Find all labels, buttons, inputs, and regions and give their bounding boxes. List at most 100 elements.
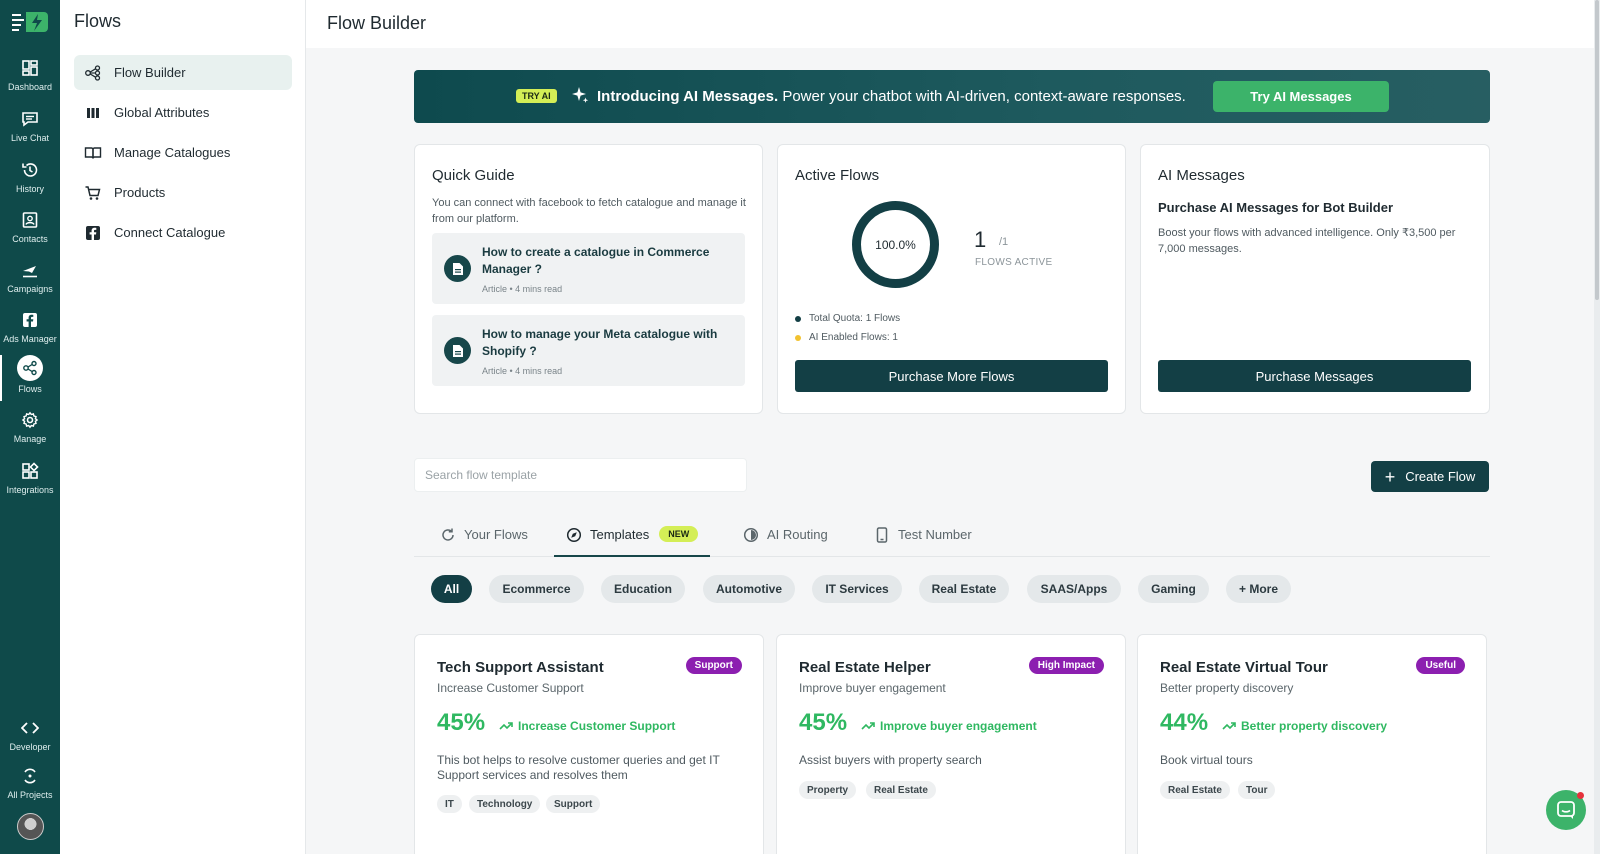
page-scrollbar[interactable] (1594, 0, 1600, 854)
subnav-item-flow-builder[interactable]: Flow Builder (74, 55, 292, 90)
search-template-input[interactable] (414, 458, 747, 492)
template-tag: Tour (1238, 781, 1276, 799)
banner-headline: Introducing AI Messages. (597, 88, 779, 105)
flows-icon (23, 360, 37, 376)
rail-item-history[interactable]: History (0, 157, 60, 203)
legend-dot (795, 334, 801, 341)
flows-active-caption: FLOWS ACTIVE (975, 257, 1053, 268)
rail-item-live-chat[interactable]: Live Chat (0, 106, 60, 152)
template-description: Assist buyers with property search (799, 753, 982, 767)
legend-label: AI Enabled Flows: 1 (809, 332, 898, 343)
history-icon (22, 163, 38, 177)
rail-item-campaigns[interactable]: Campaigns (0, 257, 60, 303)
tab-templates[interactable]: Templates NEW (554, 526, 711, 557)
facebook-icon (23, 313, 37, 327)
integrations-icon (22, 462, 39, 479)
sparkle-icon (572, 87, 589, 103)
subnav-label: Manage Catalogues (114, 145, 231, 160)
article-card[interactable]: How to manage your Meta catalogue with S… (432, 315, 745, 386)
template-card-virtual-tour[interactable]: Real Estate Virtual Tour Useful Better p… (1137, 634, 1487, 854)
tab-test-number[interactable]: Test Number (874, 527, 972, 557)
rail-item-flows[interactable]: Flows (0, 355, 60, 401)
rail-label: Campaigns (7, 284, 53, 294)
rail-item-integrations[interactable]: Integrations (0, 458, 60, 504)
filter-chip-ecommerce[interactable]: Ecommerce (489, 575, 584, 603)
ai-messages-card: AI Messages Purchase AI Messages for Bot… (1140, 144, 1490, 414)
document-icon (444, 255, 471, 282)
template-description: Book virtual tours (1160, 753, 1253, 767)
rail-label: History (15, 184, 44, 194)
quick-guide-card: Quick Guide You can connect with faceboo… (414, 144, 763, 414)
rail-item-all-projects[interactable]: All Projects (0, 763, 60, 809)
app-logo-icon[interactable] (12, 10, 48, 34)
routing-icon (743, 527, 759, 543)
template-percent: 45% (799, 709, 848, 736)
filter-chip-education[interactable]: Education (601, 575, 685, 603)
template-card-real-estate-helper[interactable]: Real Estate Helper High Impact Improve b… (776, 634, 1126, 854)
campaigns-icon (23, 266, 37, 278)
tab-your-flows[interactable]: Your Flows (440, 527, 528, 557)
filter-chip-all[interactable]: All (431, 575, 472, 603)
scrollbar-thumb[interactable] (1595, 0, 1599, 300)
article-card[interactable]: How to create a catalogue in Commerce Ma… (432, 233, 745, 304)
columns-icon (84, 104, 102, 122)
rail-item-contacts[interactable]: Contacts (0, 207, 60, 253)
facebook-icon (84, 224, 102, 242)
active-flows-title: Active Flows (795, 167, 880, 184)
trend-label: Better property discovery (1241, 719, 1388, 733)
purchase-messages-button[interactable]: Purchase Messages (1158, 360, 1471, 392)
tab-ai-routing[interactable]: AI Routing (743, 527, 828, 557)
subnav-item-global-attributes[interactable]: Global Attributes (74, 95, 292, 130)
donut-percent-label: 100.0% (875, 237, 916, 252)
chat-icon (22, 112, 38, 127)
phone-icon (876, 527, 888, 543)
notification-dot (1577, 792, 1584, 799)
filter-chip-automotive[interactable]: Automotive (703, 575, 795, 603)
try-ai-messages-button[interactable]: Try AI Messages (1213, 81, 1389, 112)
new-badge: NEW (659, 526, 699, 542)
quick-guide-title: Quick Guide (432, 167, 515, 184)
tab-label: Your Flows (464, 527, 528, 542)
banner-text: Introducing AI Messages. Power your chat… (597, 88, 1186, 105)
filter-chip-gaming[interactable]: Gaming (1138, 575, 1209, 603)
template-tag: Real Estate (1160, 781, 1230, 799)
subnav-item-connect-catalogue[interactable]: Connect Catalogue (74, 215, 292, 250)
subnav-label: Flow Builder (114, 65, 186, 80)
create-flow-label: Create Flow (1405, 469, 1476, 484)
template-trend: Better property discovery (1222, 719, 1387, 733)
flow-tabs: Your Flows Templates NEW AI Routing Test… (414, 520, 1490, 557)
dashboard-icon (22, 60, 38, 76)
article-meta: Article • 4 mins read (482, 366, 563, 376)
rail-item-manage[interactable]: Manage (0, 407, 60, 453)
code-icon (21, 722, 39, 734)
filter-chip-more[interactable]: + More (1226, 575, 1291, 603)
trend-up-icon (861, 722, 875, 730)
subnav-item-manage-catalogues[interactable]: Manage Catalogues (74, 135, 292, 170)
template-card-tech-support[interactable]: Tech Support Assistant Support Increase … (414, 634, 764, 854)
rail-item-ads-manager[interactable]: Ads Manager (0, 307, 60, 353)
support-chat-button[interactable] (1546, 790, 1586, 830)
purchase-more-flows-button[interactable]: Purchase More Flows (795, 360, 1108, 392)
template-badge: Useful (1416, 657, 1465, 674)
template-tag: Real Estate (866, 781, 936, 799)
rail-item-dashboard[interactable]: Dashboard (0, 55, 60, 101)
subnav-item-products[interactable]: Products (74, 175, 292, 210)
filter-chip-it-services[interactable]: IT Services (812, 575, 902, 603)
template-title: Real Estate Helper (799, 659, 931, 676)
tab-label: AI Routing (767, 527, 828, 542)
legend-total-quota: Total Quota: 1 Flows (795, 313, 900, 324)
create-flow-button[interactable]: + Create Flow (1371, 461, 1489, 492)
plus-icon: + (1384, 466, 1396, 487)
document-icon (444, 337, 471, 364)
rail-label: Manage (13, 434, 47, 444)
template-subtitle: Better property discovery (1160, 681, 1294, 695)
subnav-label: Global Attributes (114, 105, 210, 120)
rail-item-developer[interactable]: Developer (0, 715, 60, 761)
subnav-label: Connect Catalogue (114, 225, 226, 240)
book-icon (84, 144, 102, 162)
filter-chip-real-estate[interactable]: Real Estate (919, 575, 1009, 603)
filter-chip-saas-apps[interactable]: SAAS/Apps (1027, 575, 1121, 603)
avatar[interactable] (17, 813, 44, 840)
template-trend: Improve buyer engagement (861, 719, 1037, 733)
legend-ai-enabled: AI Enabled Flows: 1 (795, 332, 898, 343)
